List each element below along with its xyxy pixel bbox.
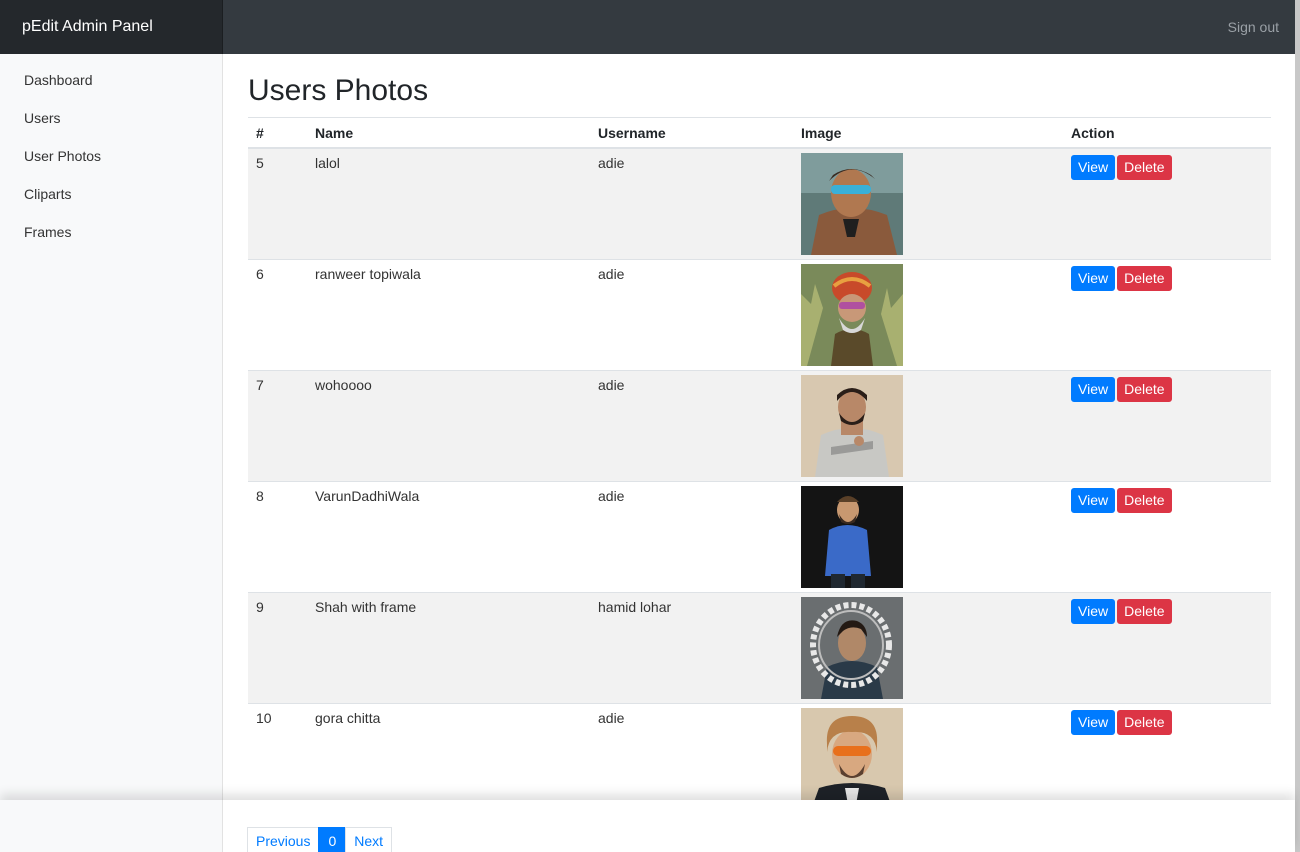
delete-button[interactable]: Delete bbox=[1117, 598, 1172, 624]
row-username: adie bbox=[590, 369, 793, 481]
sidebar-item-users[interactable]: Users bbox=[0, 105, 222, 143]
sidebar-item-frames[interactable]: Frames bbox=[0, 219, 222, 257]
row-image-cell bbox=[793, 702, 1063, 814]
row-id: 6 bbox=[248, 258, 307, 370]
row-id: 8 bbox=[248, 480, 307, 592]
row-image-cell bbox=[793, 369, 1063, 481]
pagination-next[interactable]: Next bbox=[345, 827, 393, 852]
row-actions: View Delete bbox=[1063, 702, 1271, 814]
pagination: Previous 0 Next bbox=[247, 827, 393, 852]
delete-button[interactable]: Delete bbox=[1117, 155, 1172, 180]
table-row: 10 gora chitta adie View Delete bbox=[248, 702, 1271, 814]
delete-button[interactable]: Delete bbox=[1117, 709, 1172, 735]
row-id: 10 bbox=[248, 702, 307, 814]
row-username: hamid lohar bbox=[590, 591, 793, 703]
main-content: Users Photos # Name Username Image Actio… bbox=[248, 54, 1271, 814]
row-actions: View Delete bbox=[1063, 480, 1271, 592]
scrollbar-thumb[interactable] bbox=[1295, 0, 1300, 852]
table-row: 9 Shah with frame hamid lohar View Delet… bbox=[248, 591, 1271, 703]
delete-button[interactable]: Delete bbox=[1117, 487, 1172, 513]
footer-sidebar-area bbox=[0, 800, 223, 852]
view-button[interactable]: View bbox=[1071, 598, 1116, 624]
view-button[interactable]: View bbox=[1071, 376, 1116, 402]
row-id: 9 bbox=[248, 591, 307, 703]
row-username: adie bbox=[590, 258, 793, 370]
user-photo-thumbnail[interactable] bbox=[801, 485, 903, 588]
top-navbar: pEdit Admin Panel Sign out bbox=[0, 0, 1295, 54]
user-photo-thumbnail[interactable] bbox=[801, 374, 903, 477]
row-image-cell bbox=[793, 147, 1063, 259]
sidebar-nav: Dashboard Users User Photos Cliparts Fra… bbox=[0, 54, 222, 257]
column-header-image: Image bbox=[793, 118, 1063, 149]
delete-button[interactable]: Delete bbox=[1117, 376, 1172, 402]
row-name: wohoooo bbox=[307, 369, 590, 481]
view-button[interactable]: View bbox=[1071, 265, 1116, 291]
table-row: 7 wohoooo adie View Delete bbox=[248, 369, 1271, 481]
row-id: 7 bbox=[248, 369, 307, 481]
table-header-row: # Name Username Image Action bbox=[248, 118, 1271, 149]
photos-table: # Name Username Image Action 5 lalol adi… bbox=[248, 118, 1271, 814]
sidebar-item-dashboard[interactable]: Dashboard bbox=[0, 67, 222, 105]
brand-logo-text[interactable]: pEdit Admin Panel bbox=[0, 0, 223, 54]
sign-out-link[interactable]: Sign out bbox=[1228, 0, 1279, 54]
table-row: 5 lalol adie View Delete bbox=[248, 147, 1271, 259]
view-button[interactable]: View bbox=[1071, 709, 1116, 735]
row-name: VarunDadhiWala bbox=[307, 480, 590, 592]
pagination-footer: Previous 0 Next bbox=[0, 800, 1295, 852]
user-photo-thumbnail[interactable] bbox=[801, 153, 903, 255]
row-name: lalol bbox=[307, 147, 590, 259]
view-button[interactable]: View bbox=[1071, 155, 1116, 180]
table-row: 6 ranweer topiwala adie View Delete bbox=[248, 258, 1271, 370]
sidebar-item-cliparts[interactable]: Cliparts bbox=[0, 181, 222, 219]
sidebar-item-user-photos[interactable]: User Photos bbox=[0, 143, 222, 181]
delete-button[interactable]: Delete bbox=[1117, 265, 1172, 291]
page-scrollbar[interactable] bbox=[1295, 0, 1300, 852]
row-name: gora chitta bbox=[307, 702, 590, 814]
row-id: 5 bbox=[248, 147, 307, 259]
column-header-username: Username bbox=[590, 118, 793, 149]
row-actions: View Delete bbox=[1063, 147, 1271, 259]
sidebar: Dashboard Users User Photos Cliparts Fra… bbox=[0, 54, 223, 852]
row-image-cell bbox=[793, 480, 1063, 592]
row-actions: View Delete bbox=[1063, 591, 1271, 703]
row-username: adie bbox=[590, 480, 793, 592]
user-photo-thumbnail[interactable] bbox=[801, 707, 903, 810]
row-image-cell bbox=[793, 258, 1063, 370]
pagination-current-page[interactable]: 0 bbox=[318, 827, 347, 852]
column-header-name: Name bbox=[307, 118, 590, 149]
row-username: adie bbox=[590, 702, 793, 814]
row-actions: View Delete bbox=[1063, 258, 1271, 370]
user-photo-thumbnail[interactable] bbox=[801, 596, 903, 699]
row-name: ranweer topiwala bbox=[307, 258, 590, 370]
pagination-previous[interactable]: Previous bbox=[247, 827, 320, 852]
view-button[interactable]: View bbox=[1071, 487, 1116, 513]
row-image-cell bbox=[793, 591, 1063, 703]
column-header-number: # bbox=[248, 118, 307, 149]
row-name: Shah with frame bbox=[307, 591, 590, 703]
row-actions: View Delete bbox=[1063, 369, 1271, 481]
row-username: adie bbox=[590, 147, 793, 259]
user-photo-thumbnail[interactable] bbox=[801, 263, 903, 366]
page-title: Users Photos bbox=[248, 74, 1271, 118]
table-row: 8 VarunDadhiWala adie View Delete bbox=[248, 480, 1271, 592]
column-header-action: Action bbox=[1063, 118, 1271, 149]
